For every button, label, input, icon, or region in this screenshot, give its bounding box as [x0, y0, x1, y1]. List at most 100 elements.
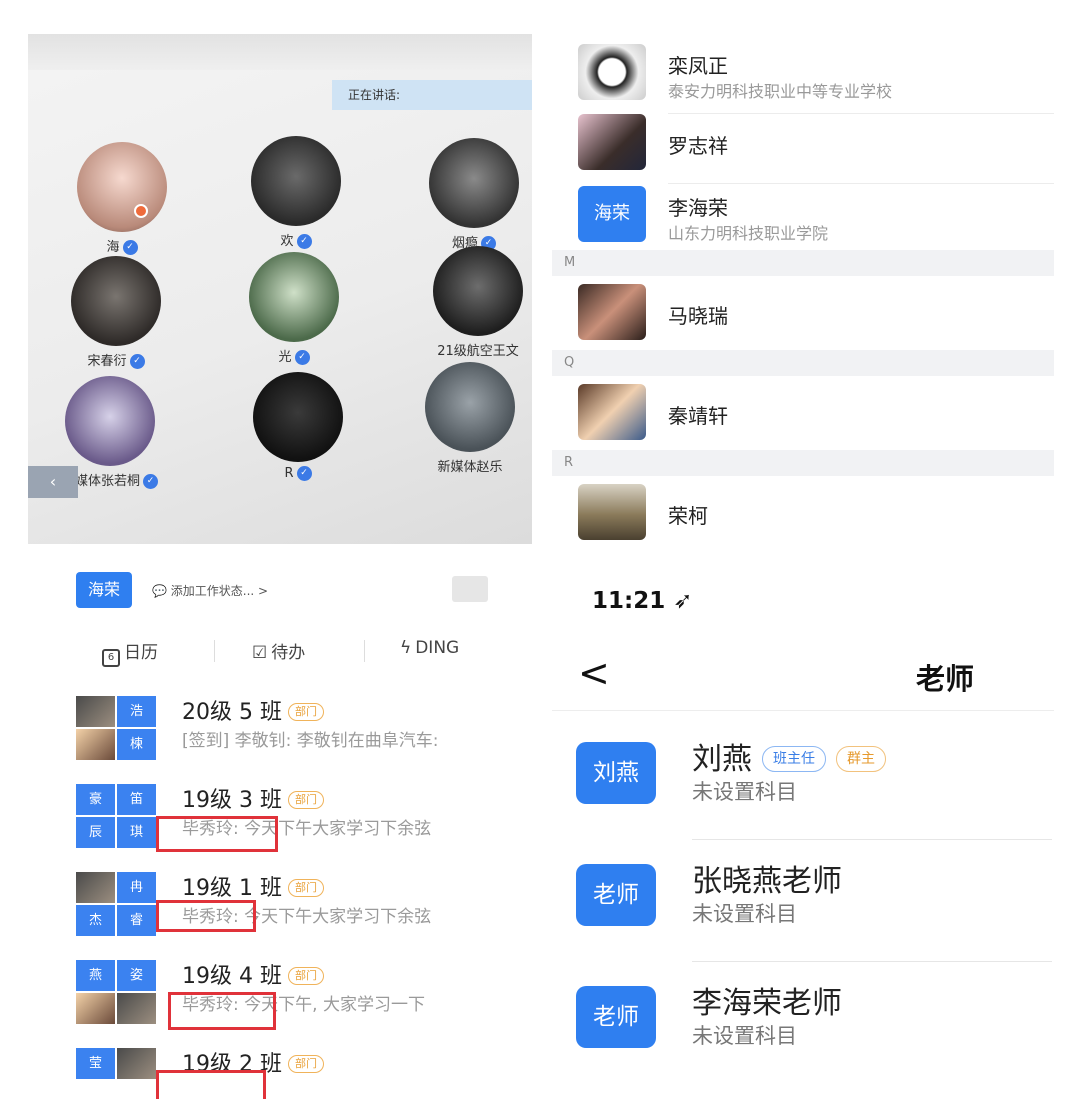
avatar [425, 362, 515, 452]
contact-item[interactable]: 栾凤正 泰安力明科技职业中等专业学校 [578, 44, 1054, 114]
calendar-icon: 6 [102, 649, 120, 667]
highlight-box [156, 1070, 266, 1099]
avatar-cell: 琪 [117, 817, 156, 848]
avatar [578, 114, 646, 170]
department-tag: 部门 [287, 703, 324, 721]
qr-code-icon[interactable] [452, 576, 488, 602]
avatar-cell: 笛 [117, 784, 156, 815]
group-avatar: 莹 [76, 1048, 156, 1099]
speaking-indicator: 正在讲话: [332, 80, 532, 110]
teacher-item[interactable]: 老师 李海荣老师 未设置科目 [576, 974, 1056, 1084]
avatar-cell: 杰 [76, 905, 115, 936]
contact-item[interactable]: 海荣 李海荣 山东力明科技职业学院 [578, 186, 1054, 256]
contact-org: 山东力明科技职业学院 [668, 224, 829, 243]
contact-item[interactable]: 秦靖轩 [578, 384, 1054, 454]
member-tile[interactable]: 宋春衍 ✓ [46, 256, 186, 369]
back-button[interactable]: < [578, 654, 610, 692]
group-owner-tag: 群主 [836, 746, 886, 772]
avatar-cell: 浩 [117, 696, 156, 727]
member-photo [117, 993, 156, 1024]
member-tile[interactable]: R ✓ [228, 372, 368, 481]
previous-page-button[interactable]: ‹ [28, 466, 78, 498]
location-arrow-icon: ➶ [673, 588, 693, 614]
contact-name: 栾凤正 [668, 54, 728, 78]
avatar-badge: 海荣 [578, 186, 646, 242]
department-tag: 部门 [287, 791, 324, 809]
ding-button[interactable]: ϟ DING [400, 638, 459, 658]
meeting-topbar [28, 34, 532, 70]
highlight-box [156, 816, 278, 852]
homeroom-teacher-tag: 班主任 [762, 746, 826, 772]
teacher-name: 张晓燕老师 [692, 864, 842, 899]
teacher-subject: 未设置科目 [692, 780, 797, 804]
member-tile[interactable]: 烟瘾 ✓ [404, 138, 532, 251]
avatar [578, 384, 646, 440]
avatar-cell: 豪 [76, 784, 115, 815]
lightning-icon: ϟ [400, 638, 412, 658]
teacher-item[interactable]: 老师 张晓燕老师 未设置科目 [576, 852, 1056, 962]
chat-row[interactable]: 浩 楝 20级 5 班部门 [签到] 李敬钊: 李敬钊在曲阜汽车: [76, 696, 540, 772]
avatar [578, 284, 646, 340]
contact-name: 罗志祥 [668, 134, 728, 158]
group-avatar: 豪 笛 辰 琪 [76, 784, 156, 848]
index-letter: R [552, 450, 1054, 476]
highlight-box [156, 900, 256, 932]
avatar [578, 44, 646, 100]
member-name: 欢 [280, 234, 294, 249]
divider [214, 640, 215, 662]
index-letter: Q [552, 350, 1054, 376]
teacher-name: 刘燕 [692, 742, 752, 777]
chat-row[interactable]: 莹 19级 2 班部门 [76, 1048, 540, 1099]
avatar [251, 136, 341, 226]
member-tile[interactable]: 21级航空王文 [408, 246, 532, 359]
contact-item[interactable]: 荣柯 [578, 484, 1054, 554]
avatar-cell: 楝 [117, 729, 156, 760]
work-status-label: 添加工作状态... > [170, 584, 269, 598]
checkbox-icon: ☑ [252, 643, 268, 663]
chat-panel: 海荣 💬 添加工作状态... > 6 日历 ☑ 待办 ϟ DING 浩 楝 20级 5… [60, 556, 540, 1099]
todo-label: 待办 [271, 643, 306, 663]
divider [552, 710, 1054, 711]
member-photo [76, 872, 115, 903]
todo-button[interactable]: ☑ 待办 [252, 638, 305, 663]
contact-name: 荣柯 [668, 504, 708, 528]
avatar-cell: 辰 [76, 817, 115, 848]
work-status-button[interactable]: 💬 添加工作状态... > [152, 582, 268, 599]
clock-time: 11:21 [592, 588, 666, 614]
chat-row[interactable]: 燕 姿 19级 4 班部门 毕秀玲: 今天下午, 大家学习一下 [76, 960, 540, 1036]
member-tile[interactable]: 新媒体赵乐 [400, 362, 532, 475]
contact-name: 秦靖轩 [668, 404, 728, 428]
user-avatar-badge[interactable]: 海荣 [76, 572, 132, 608]
teacher-item[interactable]: 刘燕 刘燕 班主任 群主 未设置科目 [576, 730, 1056, 840]
last-message: [签到] 李敬钊: 李敬钊在曲阜汽车: [182, 731, 439, 751]
mic-icon: ✓ [129, 354, 145, 369]
mic-icon: ✓ [294, 350, 310, 365]
teacher-subject: 未设置科目 [692, 1024, 797, 1048]
shortcut-toolbar: 6 日历 ☑ 待办 ϟ DING [96, 638, 540, 668]
chat-row[interactable]: 豪 笛 辰 琪 19级 3 班部门 毕秀玲: 今天下午大家学习下余弦 [76, 784, 540, 860]
member-photo [76, 696, 115, 727]
divider [692, 839, 1052, 840]
contact-item[interactable]: 马晓瑞 [578, 284, 1054, 354]
member-tile[interactable]: 欢 ✓ [226, 136, 366, 249]
member-name: 宋春衍 [87, 354, 127, 369]
host-icon [134, 204, 148, 218]
department-tag: 部门 [287, 1055, 324, 1073]
divider [692, 961, 1052, 962]
member-tile[interactable]: 海 ✓ [52, 142, 192, 255]
meeting-screen: 正在讲话: 海 ✓ 欢 ✓ 烟瘾 ✓ 宋春衍 ✓ 光 ✓ 21级航空王文 新媒体张若桐 ✓ … [28, 34, 532, 544]
teacher-subject: 未设置科目 [692, 902, 797, 926]
member-tile[interactable]: 光 ✓ [224, 252, 364, 365]
avatar-cell: 冉 [117, 872, 156, 903]
contact-item[interactable]: 罗志祥 [578, 114, 1054, 184]
member-name: 光 [278, 350, 292, 365]
avatar [429, 138, 519, 228]
avatar-badge: 老师 [576, 986, 656, 1048]
group-title: 19级 1 班 [182, 876, 282, 901]
avatar [578, 484, 646, 540]
calendar-button[interactable]: 6 日历 [102, 638, 158, 667]
chat-row[interactable]: 冉 杰 睿 19级 1 班部门 毕秀玲: 今天下午大家学习下余弦 [76, 872, 540, 948]
department-tag: 部门 [287, 879, 324, 897]
contact-name: 李海荣 [668, 196, 728, 220]
mic-icon: ✓ [122, 240, 138, 255]
